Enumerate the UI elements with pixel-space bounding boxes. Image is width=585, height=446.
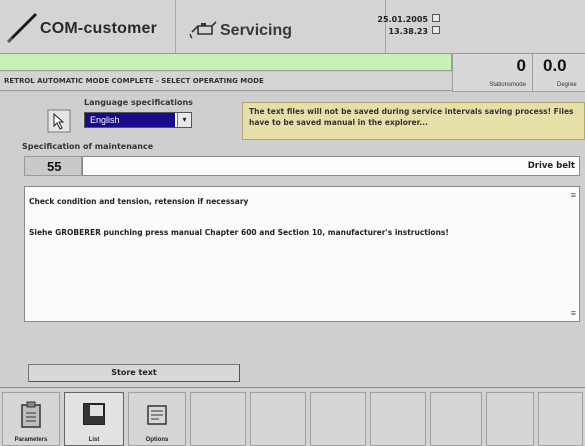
bottom-toolbar: Parameters List Options	[0, 387, 585, 446]
counter-label: Stationsmode	[489, 82, 526, 88]
toolbar-button-empty[interactable]	[370, 392, 426, 446]
indicator-box	[432, 26, 440, 34]
text-line: Check condition and tension, retension i…	[29, 197, 249, 206]
spec-title-field[interactable]: Drive belt	[82, 156, 580, 176]
info-text: The text files will not be saved during …	[249, 107, 574, 127]
oilcan-icon	[189, 21, 217, 39]
language-label: Language specifications	[84, 98, 193, 107]
main-panel: Language specifications English ▾ The te…	[0, 92, 585, 387]
toolbar-label: Parameters	[14, 437, 48, 443]
toolbar-button-empty[interactable]	[486, 392, 534, 446]
toolbar-button-list[interactable]: List	[64, 392, 124, 446]
app-title: COM-customer	[40, 20, 158, 37]
counter-label: Degree	[557, 82, 577, 88]
spec-number: 55	[47, 159, 62, 174]
counter-degree: 0.0 Degree	[532, 54, 585, 92]
date-text: 25.01.2005	[377, 15, 428, 24]
language-value: English	[85, 113, 175, 127]
toolbar-button-empty[interactable]	[538, 392, 583, 446]
info-notice: The text files will not be saved during …	[242, 102, 585, 140]
store-text-button[interactable]: Store text	[28, 364, 240, 382]
chevron-down-icon[interactable]: ▾	[177, 113, 191, 127]
indicator-box	[432, 14, 440, 22]
indicator-boxes	[430, 0, 450, 54]
toolbar-label: Options	[145, 437, 169, 443]
clipboard-icon	[21, 401, 41, 428]
counter-value: 0	[516, 56, 526, 75]
spec-title: Drive belt	[527, 161, 575, 171]
mode-title: Servicing	[220, 22, 293, 39]
app-title-cell: COM-customer	[0, 0, 176, 54]
message-row: RETROL AUTOMATIC MODE COMPLETE - SELECT …	[0, 72, 452, 91]
pen-icon	[6, 12, 38, 44]
language-pointer-icon	[47, 109, 71, 133]
spec-number-cell: 55	[24, 156, 82, 176]
maintenance-text-area[interactable]: Check condition and tension, retension i…	[24, 186, 580, 322]
options-icon	[147, 405, 167, 425]
toolbar-button-parameters[interactable]: Parameters	[2, 392, 60, 446]
language-select[interactable]: English ▾	[84, 112, 192, 128]
toolbar-button-empty[interactable]	[430, 392, 482, 446]
status-message: RETROL AUTOMATIC MODE COMPLETE - SELECT …	[4, 77, 264, 85]
toolbar-button-options[interactable]: Options	[128, 392, 186, 446]
counter-stations: 0 Stationsmode	[452, 54, 532, 92]
counter-value: 0.0	[543, 56, 567, 75]
spec-row: 55 Drive belt	[24, 156, 580, 176]
datetime-cell: 25.01.2005 13.38.23	[377, 0, 430, 54]
text-line: Siehe GROBERER punching press manual Cha…	[29, 228, 449, 237]
toolbar-label: List	[88, 437, 100, 443]
mode-title-cell: Servicing	[176, 0, 386, 54]
status-bar	[0, 54, 452, 71]
toolbar-button-empty[interactable]	[250, 392, 306, 446]
scroll-down-icon[interactable]: ≡	[571, 308, 576, 318]
time-text: 13.38.23	[388, 27, 428, 36]
list-window-icon	[83, 403, 105, 425]
scroll-up-icon[interactable]: ≡	[571, 190, 576, 200]
header-bar: COM-customer Servicing 25.01.2005 13.38.…	[0, 0, 585, 54]
toolbar-button-empty[interactable]	[190, 392, 246, 446]
spec-label: Specification of maintenance	[22, 142, 154, 151]
toolbar-button-empty[interactable]	[310, 392, 366, 446]
